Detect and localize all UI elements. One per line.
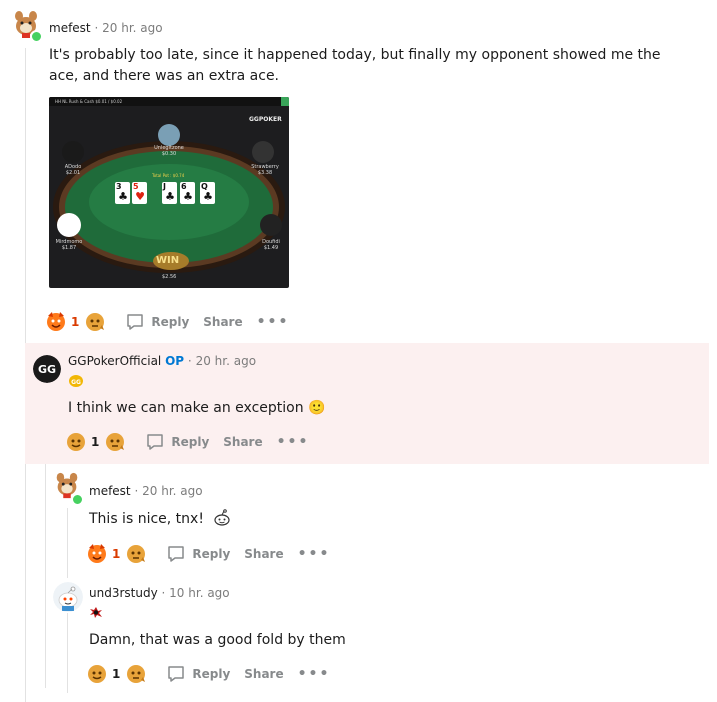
- game-title: HH NL Rush & Cash $0.01 / $0.02: [55, 99, 123, 104]
- timestamp[interactable]: 10 hr. ago: [169, 586, 229, 600]
- board-card: 3 ♣: [115, 182, 130, 204]
- separator: ·: [161, 586, 166, 600]
- upvote-award-icon[interactable]: [85, 542, 109, 567]
- player-stack: $1.87: [61, 245, 77, 251]
- username[interactable]: GGPokerOfficial: [68, 354, 161, 368]
- more-options-button[interactable]: •••: [257, 314, 290, 330]
- upvote-award-icon[interactable]: [44, 310, 68, 335]
- reply-label: Reply: [192, 547, 231, 561]
- comment-actions: 1 Reply Share •••: [85, 662, 344, 686]
- reply-button[interactable]: Reply: [145, 432, 209, 452]
- downvote-award-icon[interactable]: [124, 662, 148, 687]
- avatar[interactable]: GG: [33, 355, 61, 383]
- player-seat: ADodo $2.01: [53, 164, 93, 176]
- username[interactable]: mefest: [89, 484, 131, 498]
- username[interactable]: mefest: [49, 21, 91, 35]
- online-status-indicator: [71, 493, 84, 506]
- share-button[interactable]: Share: [223, 435, 262, 449]
- win-amount: $2.56: [162, 274, 177, 280]
- player-stack: $1.49: [263, 245, 279, 251]
- separator: ·: [187, 354, 192, 368]
- share-button[interactable]: Share: [203, 315, 242, 329]
- comment-bubble-icon: [168, 666, 185, 682]
- user-flair-icon: [89, 606, 103, 619]
- win-label: WIN: [156, 255, 180, 266]
- snoo-emote-icon: [214, 509, 230, 526]
- svg-text:GG: GG: [71, 379, 81, 386]
- player-stack: $3.38: [257, 170, 273, 176]
- comment-bubble-icon: [127, 314, 144, 330]
- username[interactable]: und3rstudy: [89, 586, 158, 600]
- poker-screenshot[interactable]: HH NL Rush & Cash $0.01 / $0.02 GGPOKER …: [49, 97, 289, 288]
- comment-bubble-icon: [147, 434, 164, 450]
- comment-meta: und3rstudy · 10 hr. ago: [89, 586, 230, 600]
- vote-count: 1: [71, 315, 80, 329]
- vote-count: 1: [112, 667, 121, 681]
- comment-actions: 1 Reply Share •••: [85, 542, 344, 566]
- user-flair-icon: GG: [69, 375, 83, 387]
- reply-button[interactable]: Reply: [166, 544, 230, 564]
- comment-meta: GGPokerOfficial OP · 20 hr. ago: [68, 354, 256, 368]
- upvote-award-icon[interactable]: [85, 662, 109, 687]
- comment-text: Damn, that was a good fold by them: [89, 632, 346, 648]
- avatar[interactable]: [53, 582, 83, 612]
- comment-meta: mefest · 20 hr. ago: [89, 484, 203, 498]
- share-label: Share: [203, 315, 243, 329]
- comment-actions: 1 Reply Share •••: [64, 430, 323, 454]
- player-seat: Mirdmomo $1.87: [49, 239, 89, 251]
- more-options-button[interactable]: •••: [277, 434, 310, 450]
- vote-count: 1: [112, 547, 121, 561]
- comment-text: This is nice, tnx!: [89, 508, 232, 530]
- share-button[interactable]: Share: [244, 667, 283, 681]
- player-stack: $2.01: [65, 170, 81, 176]
- share-label: Share: [244, 547, 284, 561]
- timestamp[interactable]: 20 hr. ago: [142, 484, 202, 498]
- share-label: Share: [223, 435, 263, 449]
- downvote-award-icon[interactable]: [83, 310, 107, 335]
- board-card: J ♣: [162, 182, 177, 204]
- share-button[interactable]: Share: [244, 547, 283, 561]
- board-card: 6 ♣: [180, 182, 195, 204]
- comment-text: It's probably too late, since it happene…: [49, 47, 661, 84]
- board-card: Q ♣: [200, 182, 215, 204]
- player-seat: Strawberry $3.38: [245, 164, 285, 176]
- comment-bubble-icon: [168, 546, 185, 562]
- reply-label: Reply: [151, 315, 190, 329]
- separator: ·: [94, 21, 99, 35]
- svg-text:GG: GG: [38, 363, 56, 376]
- comment-actions: 1 Reply Share •••: [44, 310, 303, 334]
- thread-line[interactable]: [67, 613, 68, 693]
- share-label: Share: [244, 667, 284, 681]
- reply-button[interactable]: Reply: [125, 312, 189, 332]
- vote-count: 1: [91, 435, 100, 449]
- comment-text: I think we can make an exception 🙂: [68, 400, 326, 416]
- player-stack: $0.30: [161, 151, 177, 157]
- comment-meta: mefest · 20 hr. ago: [49, 21, 163, 35]
- player-seat: Unlegitzone $0.30: [149, 145, 189, 157]
- total-pot: Total Pot : $0.74: [152, 173, 185, 178]
- thread-line[interactable]: [67, 508, 68, 578]
- board-card: 5 ♥: [132, 182, 147, 204]
- more-options-button[interactable]: •••: [298, 546, 331, 562]
- downvote-award-icon[interactable]: [124, 542, 148, 567]
- timestamp[interactable]: 20 hr. ago: [196, 354, 256, 368]
- online-status-indicator: [30, 30, 43, 43]
- reply-label: Reply: [192, 667, 231, 681]
- ggpoker-logo: GGPOKER: [249, 116, 282, 123]
- separator: ·: [134, 484, 139, 498]
- timestamp[interactable]: 20 hr. ago: [102, 21, 162, 35]
- op-badge: OP: [165, 354, 185, 368]
- player-seat: Doufidi $1.49: [251, 239, 289, 251]
- downvote-award-icon[interactable]: [103, 430, 127, 455]
- reply-label: Reply: [171, 435, 210, 449]
- reply-button[interactable]: Reply: [166, 664, 230, 684]
- more-options-button[interactable]: •••: [298, 666, 331, 682]
- upvote-award-icon[interactable]: [64, 430, 88, 455]
